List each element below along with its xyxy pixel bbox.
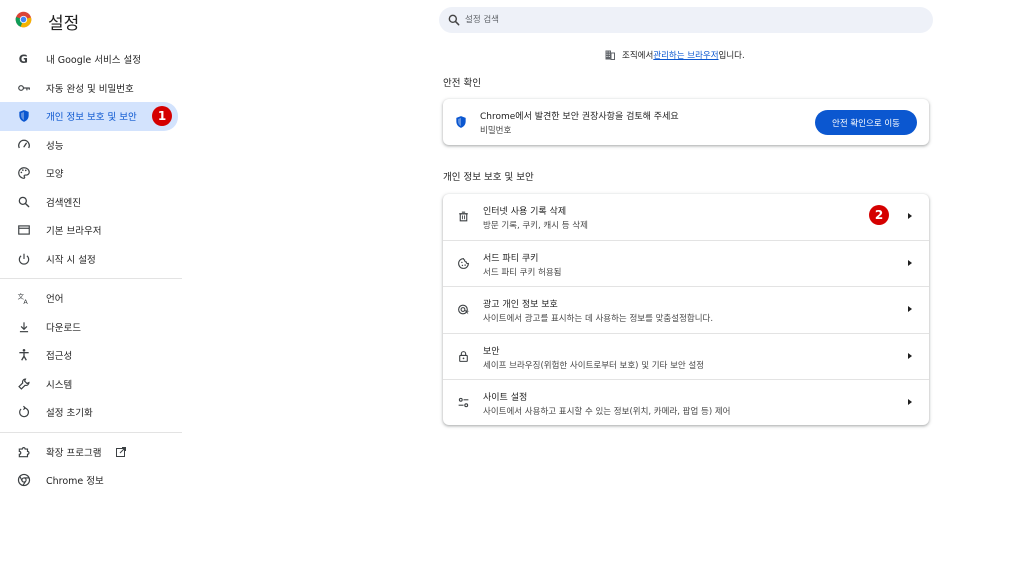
safety-check-card: Chrome에서 발견한 보안 권장사항을 검토해 주세요 비밀번호 안전 확인…	[443, 99, 929, 145]
sidebar-divider	[0, 278, 182, 279]
annotation-badge-1: 1	[152, 106, 172, 126]
sidebar-item-label: 개인 정보 보호 및 보안	[46, 112, 137, 124]
google-g-icon: G	[17, 52, 31, 66]
svg-text:G: G	[19, 53, 28, 66]
sidebar-item-label: 확장 프로그램	[46, 447, 102, 459]
sidebar-item-performance[interactable]: 성능	[0, 131, 182, 160]
sidebar-item-label: 내 Google 서비스 설정	[46, 55, 141, 67]
sidebar-item-about-chrome[interactable]: Chrome 정보	[0, 466, 182, 495]
sidebar: G 내 Google 서비스 설정 자동 완성 및 비밀번호 개인 정보 보호 …	[0, 45, 182, 495]
reset-icon	[17, 405, 31, 419]
row-subtitle: 사이트에서 사용하고 표시할 수 있는 정보(위치, 카메라, 팝업 등) 제어	[483, 406, 731, 417]
chrome-logo-icon	[15, 11, 32, 28]
row-title: 인터넷 사용 기록 삭제	[483, 207, 567, 217]
safety-check-title: Chrome에서 발견한 보안 권장사항을 검토해 주세요	[480, 112, 679, 122]
sidebar-item-autofill[interactable]: 자동 완성 및 비밀번호	[0, 74, 182, 103]
cookie-icon	[457, 257, 470, 270]
search-input[interactable]	[465, 11, 905, 29]
row-title: 사이트 설정	[483, 392, 528, 403]
annotation-badge-2: 2	[869, 205, 889, 225]
row-subtitle: 방문 기록, 쿠키, 캐시 등 삭제	[483, 221, 588, 231]
sidebar-divider	[0, 431, 182, 433]
sidebar-item-label: Chrome 정보	[46, 476, 104, 488]
row-security[interactable]: 보안 세이프 브라우징(위험한 사이트로부터 보호) 및 기타 보안 설정	[443, 332, 929, 379]
managed-browser-link[interactable]: 관리하는 브라우저	[653, 49, 718, 61]
chevron-right-icon	[908, 306, 912, 313]
row-subtitle: 세이프 브라우징(위험한 사이트로부터 보호) 및 기타 보안 설정	[483, 360, 705, 371]
sidebar-item-label: 다운로드	[46, 322, 81, 334]
chevron-right-icon	[908, 352, 912, 359]
browser-window-icon	[17, 223, 31, 237]
chevron-right-icon	[908, 398, 912, 405]
section-title-privacy: 개인 정보 보호 및 보안	[443, 172, 534, 183]
sidebar-item-label: 시작 시 설정	[46, 254, 96, 266]
sidebar-item-reset[interactable]: 설정 초기화	[0, 398, 182, 427]
row-title: 서드 파티 쿠키	[483, 254, 539, 265]
trash-icon	[457, 210, 470, 223]
tune-icon	[457, 396, 470, 409]
sidebar-item-accessibility[interactable]: 접근성	[0, 341, 182, 370]
row-clear-browsing-data[interactable]: 인터넷 사용 기록 삭제 방문 기록, 쿠키, 캐시 등 삭제 2	[443, 194, 929, 240]
lock-icon	[457, 350, 470, 363]
row-ad-privacy[interactable]: 광고 개인 정보 보호 사이트에서 광고를 표시하는 데 사용하는 정보를 맞춤…	[443, 286, 929, 332]
sidebar-item-label: 설정 초기화	[46, 408, 93, 420]
sidebar-item-google-services[interactable]: G 내 Google 서비스 설정	[0, 45, 182, 74]
row-title: 광고 개인 정보 보호	[483, 300, 558, 311]
row-site-settings[interactable]: 사이트 설정 사이트에서 사용하고 표시할 수 있는 정보(위치, 카메라, 팝…	[443, 378, 929, 425]
search-icon	[17, 195, 31, 209]
sidebar-item-privacy[interactable]: 개인 정보 보호 및 보안 1	[0, 102, 178, 131]
palette-icon	[17, 166, 31, 180]
row-third-party-cookies[interactable]: 서드 파티 쿠키 서드 파티 쿠키 허용됨	[443, 240, 929, 286]
section-title-safety-check: 안전 확인	[443, 78, 481, 89]
sidebar-item-label: 시스템	[46, 379, 73, 391]
download-icon	[17, 320, 31, 334]
sidebar-item-label: 검색엔진	[46, 197, 81, 209]
sidebar-item-system[interactable]: 시스템	[0, 370, 182, 399]
sidebar-item-label: 언어	[46, 294, 64, 306]
svg-text:A: A	[23, 298, 28, 305]
sidebar-item-search-engine[interactable]: 검색엔진	[0, 188, 182, 217]
sidebar-item-label: 기본 브라우저	[46, 226, 102, 238]
chrome-icon	[17, 473, 31, 487]
chevron-right-icon	[908, 260, 912, 267]
sidebar-item-appearance[interactable]: 모양	[0, 159, 182, 188]
search-icon	[448, 14, 460, 26]
managed-prefix: 조직에서	[622, 51, 654, 61]
shield-icon	[17, 109, 31, 123]
go-to-safety-check-button[interactable]: 안전 확인으로 이동	[815, 110, 917, 135]
row-title: 보안	[483, 346, 500, 357]
sidebar-item-label: 성능	[46, 140, 64, 152]
managed-browser-notice: 조직에서 관리하는 브라우저 입니다.	[604, 49, 745, 61]
building-icon	[605, 50, 615, 60]
sidebar-item-downloads[interactable]: 다운로드	[0, 313, 182, 342]
sidebar-item-on-startup[interactable]: 시작 시 설정	[0, 245, 182, 274]
puzzle-icon	[17, 445, 31, 459]
page-title: 설정	[48, 14, 80, 34]
row-subtitle: 사이트에서 광고를 표시하는 데 사용하는 정보를 맞춤설정합니다.	[483, 314, 714, 325]
translate-icon: 文A	[17, 291, 31, 305]
ad-privacy-icon	[457, 303, 470, 316]
accessibility-icon	[17, 348, 31, 362]
wrench-icon	[17, 377, 31, 391]
sidebar-item-default-browser[interactable]: 기본 브라우저	[0, 216, 182, 245]
sidebar-item-label: 모양	[46, 169, 64, 181]
power-icon	[17, 252, 31, 266]
sidebar-item-languages[interactable]: 文A 언어	[0, 284, 182, 313]
gauge-icon	[17, 138, 31, 152]
privacy-settings-list: 인터넷 사용 기록 삭제 방문 기록, 쿠키, 캐시 등 삭제 2 서드 파티 …	[443, 194, 929, 425]
search-bar[interactable]	[439, 7, 933, 33]
sidebar-item-extensions[interactable]: 확장 프로그램	[0, 438, 182, 467]
chevron-right-icon	[908, 213, 912, 219]
sidebar-item-label: 접근성	[46, 351, 73, 363]
managed-suffix: 입니다.	[718, 51, 745, 61]
key-icon	[17, 81, 31, 95]
open-in-new-icon	[116, 446, 127, 457]
shield-icon	[456, 116, 466, 128]
safety-check-subtitle: 비밀번호	[480, 126, 512, 136]
sidebar-item-label: 자동 완성 및 비밀번호	[46, 83, 134, 95]
row-subtitle: 서드 파티 쿠키 허용됨	[483, 268, 562, 279]
